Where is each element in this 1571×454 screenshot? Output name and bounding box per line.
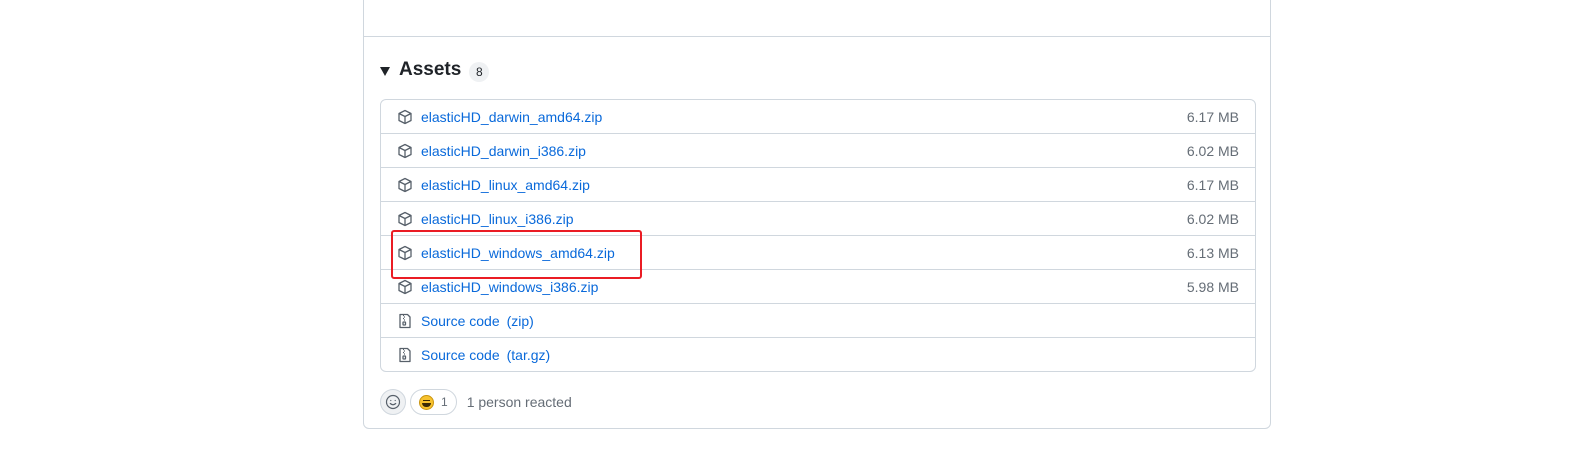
package-icon [397,109,413,125]
asset-row: elasticHD_windows_i386.zip 5.98 MB [381,269,1255,303]
package-icon [397,143,413,159]
laugh-emoji-icon [419,394,434,410]
file-zip-icon [397,347,413,363]
asset-size: 6.02 MB [1186,210,1239,227]
asset-row: elasticHD_linux_amd64.zip 6.17 MB [381,167,1255,201]
package-icon [397,177,413,193]
asset-link[interactable]: elasticHD_linux_i386.zip [421,211,574,227]
source-row: Source code (tar.gz) [381,337,1255,371]
assets-title: Assets [399,59,462,80]
source-code-targz-link[interactable]: Source code (tar.gz) [421,347,550,363]
source-label: Source code [421,312,500,329]
asset-row: elasticHD_darwin_i386.zip 6.02 MB [381,133,1255,167]
asset-row: elasticHD_darwin_amd64.zip 6.17 MB [381,100,1255,133]
asset-size: 6.17 MB [1186,108,1239,125]
asset-size: 6.13 MB [1186,244,1239,261]
section-divider [364,36,1270,37]
assets-count-badge: 8 [469,61,490,82]
asset-link[interactable]: elasticHD_linux_amd64.zip [421,177,590,193]
reaction-count: 1 [441,395,448,409]
source-label: Source code [421,346,500,363]
reactions-bar: 1 1 person reacted [380,389,572,415]
asset-link[interactable]: elasticHD_darwin_i386.zip [421,143,586,159]
asset-row: elasticHD_windows_amd64.zip 6.13 MB [381,235,1255,269]
reaction-summary: 1 person reacted [466,394,572,410]
asset-link[interactable]: elasticHD_windows_amd64.zip [421,245,615,261]
asset-list: elasticHD_darwin_amd64.zip 6.17 MB elast… [380,99,1256,372]
asset-link[interactable]: elasticHD_windows_i386.zip [421,279,598,295]
package-icon [397,245,413,261]
assets-summary-toggle[interactable]: Assets 8 [380,55,490,85]
asset-row: elasticHD_linux_i386.zip 6.02 MB [381,201,1255,235]
smiley-icon [385,394,401,410]
caret-down-icon [380,66,390,76]
asset-size: 6.02 MB [1186,142,1239,159]
file-zip-icon [397,313,413,329]
laugh-reaction-button[interactable]: 1 [410,389,457,415]
add-reaction-button[interactable] [380,389,406,415]
source-format: (tar.gz) [506,346,551,363]
package-icon [397,279,413,295]
asset-size: 6.17 MB [1186,176,1239,193]
asset-size: 5.98 MB [1186,278,1239,295]
asset-link[interactable]: elasticHD_darwin_amd64.zip [421,109,602,125]
source-code-zip-link[interactable]: Source code (zip) [421,313,534,329]
source-row: Source code (zip) [381,303,1255,337]
source-format: (zip) [506,312,534,329]
package-icon [397,211,413,227]
